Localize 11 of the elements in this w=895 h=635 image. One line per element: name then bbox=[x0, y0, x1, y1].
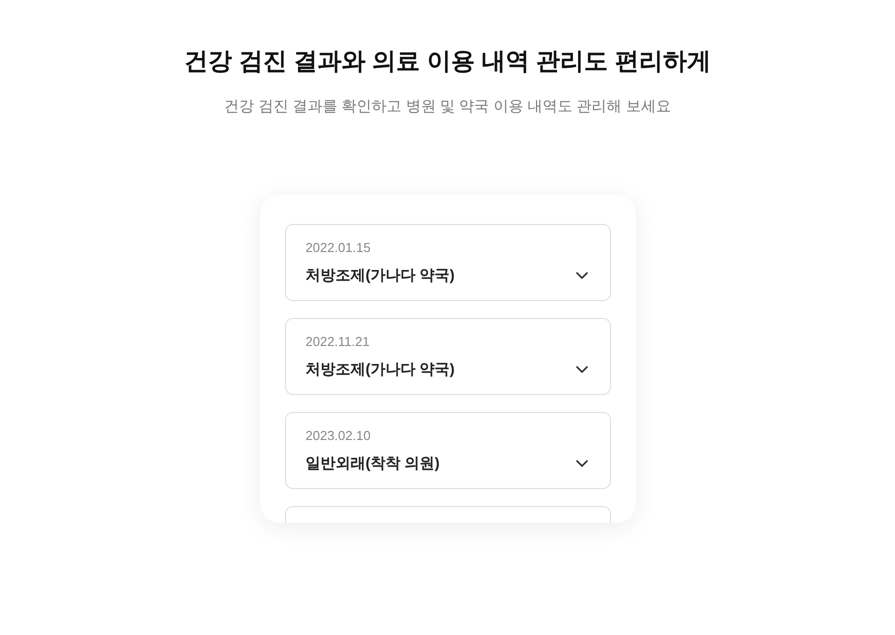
visit-date: 2023.02.10 bbox=[306, 426, 372, 444]
record-card[interactable]: 2023.02.10 일반외래(착착 의원) bbox=[284, 412, 610, 489]
visit-title: 일반외래(착착 의원) bbox=[306, 454, 440, 474]
visit-date: 2022.11.21 bbox=[306, 332, 371, 350]
visit-date: 2022.01.15 bbox=[306, 238, 372, 256]
visit-title: 처방조제(가나다 약국) bbox=[306, 266, 455, 286]
record-card[interactable]: 2022.11.21 처방조제(가나다 약국) bbox=[284, 318, 610, 395]
record-card[interactable]: 2022.01.15 처방조제(가나다 약국) bbox=[284, 224, 610, 301]
visit-title: 처방조제(가나다 약국) bbox=[306, 360, 455, 380]
page-title: 건강 검진 결과와 의료 이용 내역 관리도 편리하게 bbox=[184, 47, 711, 77]
page-subtitle: 건강 검진 결과를 확인하고 병원 및 약국 이용 내역도 관리해 보세요 bbox=[224, 97, 671, 117]
